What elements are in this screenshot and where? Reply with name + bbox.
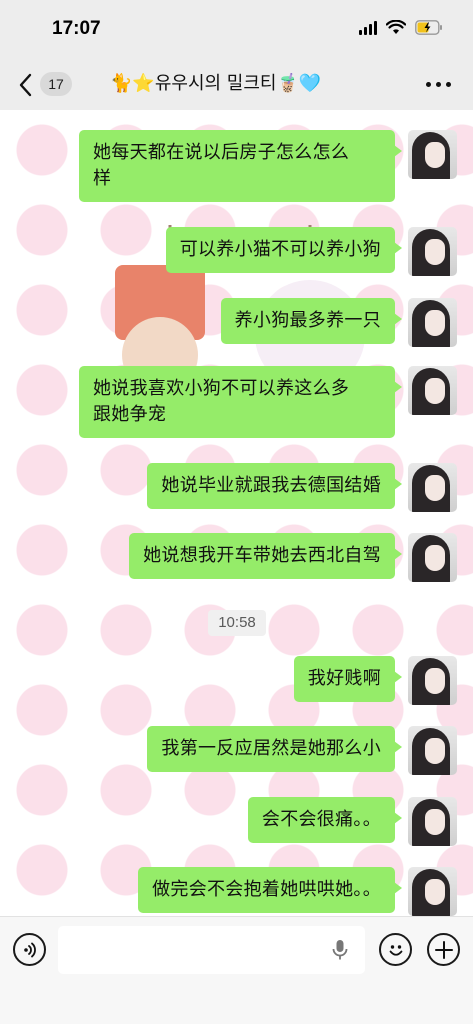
message-row: 她每天都在说以后房子怎么怎么样 [79, 130, 457, 202]
message-input[interactable] [58, 926, 365, 974]
chat-message-list[interactable]: 她每天都在说以后房子怎么怎么样 可以养小猫不可以养小狗 养小狗最多养一只 她说我… [0, 110, 473, 916]
message-bubble[interactable]: 做完会不会抱着她哄哄她。。 [138, 867, 402, 913]
chat-title: 🐈⭐유우시의 밀크티🧋🩵 [110, 73, 322, 94]
message-input-bar [0, 916, 473, 1024]
battery-charging-icon [415, 20, 443, 35]
avatar[interactable] [408, 726, 457, 775]
status-time: 17:07 [52, 18, 101, 39]
message-timestamp: 10:58 [208, 610, 266, 636]
avatar[interactable] [408, 130, 457, 179]
status-bar: 17:07 [0, 0, 473, 60]
wifi-icon [386, 20, 406, 35]
avatar[interactable] [408, 366, 457, 415]
message-row: 会不会很痛。。 [247, 797, 457, 846]
message-bubble[interactable]: 她每天都在说以后房子怎么怎么样 [79, 130, 402, 202]
status-icons [359, 20, 443, 35]
voice-wave-icon [23, 942, 36, 957]
message-row: 她说想我开车带她去西北自驾 [129, 533, 457, 582]
emoji-button[interactable] [379, 933, 412, 966]
avatar[interactable] [408, 797, 457, 846]
message-bubble[interactable]: 她说我喜欢小狗不可以养这么多 跟她争宠 [79, 366, 402, 438]
message-bubble[interactable]: 她说毕业就跟我去德国结婚 [147, 463, 402, 509]
avatar[interactable] [408, 533, 457, 582]
plus-icon [434, 940, 453, 959]
voice-mode-button[interactable] [13, 933, 46, 966]
message-bubble[interactable]: 我好贱啊 [293, 656, 403, 702]
avatar[interactable] [408, 656, 457, 705]
message-bubble[interactable]: 她说想我开车带她去西北自驾 [129, 533, 402, 579]
message-row: 她说毕业就跟我去德国结婚 [147, 463, 457, 512]
message-bubble[interactable]: 会不会很痛。。 [247, 797, 403, 843]
cellular-signal-icon [359, 20, 377, 35]
message-row: 可以养小猫不可以养小狗 [165, 227, 457, 276]
message-row: 她说我喜欢小狗不可以养这么多 跟她争宠 [79, 366, 457, 438]
avatar[interactable] [408, 298, 457, 347]
back-chevron-icon[interactable] [16, 72, 36, 98]
more-options-icon[interactable] [426, 82, 451, 87]
microphone-icon[interactable] [330, 939, 350, 965]
unread-count-badge[interactable]: 17 [40, 72, 72, 96]
message-bubble[interactable]: 养小狗最多养一只 [220, 298, 403, 344]
avatar[interactable] [408, 463, 457, 512]
more-functions-button[interactable] [427, 933, 460, 966]
message-bubble[interactable]: 我第一反应居然是她那么小 [147, 726, 402, 772]
message-row: 我好贱啊 [293, 656, 457, 705]
message-row: 养小狗最多养一只 [220, 298, 457, 347]
message-bubble[interactable]: 可以养小猫不可以养小狗 [165, 227, 403, 273]
smiley-face-icon [389, 944, 402, 956]
message-row: 做完会不会抱着她哄哄她。。 [138, 867, 457, 916]
avatar[interactable] [408, 867, 457, 916]
avatar[interactable] [408, 227, 457, 276]
message-row: 我第一反应居然是她那么小 [147, 726, 457, 775]
chat-header: 17 🐈⭐유우시의 밀크티🧋🩵 [0, 60, 473, 110]
